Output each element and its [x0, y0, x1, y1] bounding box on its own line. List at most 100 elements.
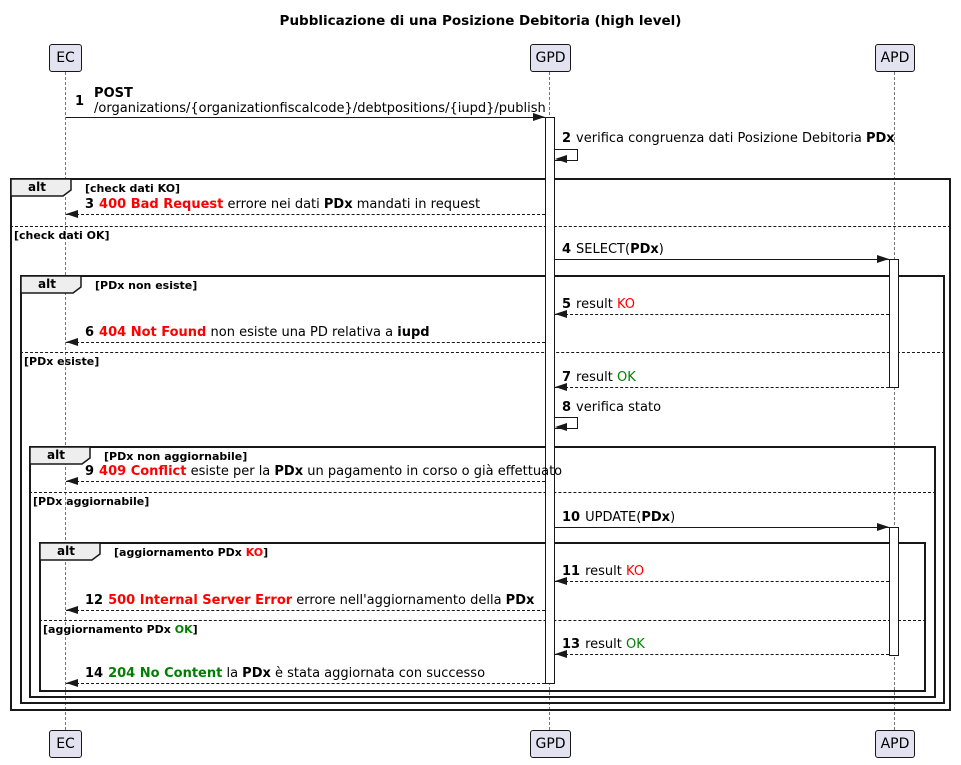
message-number: 2 — [562, 131, 571, 146]
participant-gpd-top: GPD — [530, 44, 571, 72]
alt-frame-3-else-guard: [PDx aggiornabile] — [33, 495, 149, 508]
message-number: 10 — [562, 510, 580, 525]
message-11-arrow — [555, 581, 889, 582]
message-5-label: 5result KO — [562, 297, 635, 312]
message-text: ) — [659, 242, 664, 257]
message-number: 3 — [85, 197, 94, 212]
alt-frame-1-keyword: alt — [10, 180, 64, 194]
arrowhead-left-icon — [555, 650, 567, 658]
arrowhead-right-icon — [877, 523, 889, 531]
message-status-code: 409 Conflict — [99, 464, 186, 479]
participant-apd-top: APD — [875, 44, 915, 72]
message-status-ko: KO — [626, 564, 644, 579]
arrowhead-left-icon — [66, 679, 78, 687]
participant-ec-top: EC — [49, 44, 82, 72]
message-text: un pagamento in corso o già effettuato — [303, 464, 562, 479]
message-1-label: 1 POST/organizations/{organizationfiscal… — [75, 86, 546, 116]
message-number: 8 — [562, 400, 571, 415]
message-6-arrow — [66, 342, 545, 343]
message-text: errore nell'aggiornamento della — [292, 593, 506, 608]
message-text: esiste per la — [186, 464, 274, 479]
alt-frame-2-keyword: alt — [20, 277, 74, 291]
message-text: result — [585, 637, 626, 652]
message-7-label: 7result OK — [562, 370, 636, 385]
arrowhead-left-icon — [555, 383, 567, 391]
alt-frame-3-keyword: alt — [29, 448, 83, 462]
guard-text: ] — [193, 623, 198, 636]
activation-apd-1 — [889, 259, 899, 388]
message-text: result — [576, 297, 617, 312]
alt-frame-4-keyword: alt — [39, 544, 93, 558]
message-emphasis: PDx — [274, 464, 303, 479]
alt-frame-3-divider — [29, 492, 936, 493]
alt-frame-1-else-guard: [check dati OK] — [14, 229, 110, 242]
alt-frame-4-else-guard: [aggiornamento PDx OK] — [43, 623, 198, 636]
arrowhead-left-icon — [555, 423, 567, 431]
participant-gpd-bottom: GPD — [530, 730, 571, 758]
alt-frame-4-guard: [aggiornamento PDx KO] — [114, 546, 268, 559]
message-3-label: 3 400 Bad Request errore nei dati PDx man… — [85, 197, 480, 212]
message-emphasis: PDx — [630, 242, 659, 257]
message-status-code: 400 Bad Request — [99, 197, 223, 212]
participant-ec-bottom: EC — [49, 730, 82, 758]
message-14-arrow — [66, 683, 545, 684]
message-emphasis: PDx — [506, 593, 535, 608]
guard-text: [aggiornamento PDx — [43, 623, 175, 636]
message-path: /organizations/{organizationfiscalcode}/… — [94, 101, 546, 116]
arrowhead-left-icon — [555, 155, 567, 163]
message-number: 9 — [85, 464, 94, 479]
arrowhead-left-icon — [555, 577, 567, 585]
arrowhead-right-icon — [877, 255, 889, 263]
message-13-label: 13result OK — [562, 637, 645, 652]
alt-frame-2-else-guard: [PDx esiste] — [24, 355, 99, 368]
arrowhead-left-icon — [66, 606, 78, 614]
message-emphasis: PDx — [641, 510, 670, 525]
arrowhead-left-icon — [66, 338, 78, 346]
message-13-arrow — [555, 654, 889, 655]
message-text: result — [576, 370, 617, 385]
guard-text: [aggiornamento PDx — [114, 546, 246, 559]
message-text: errore nei dati — [223, 197, 324, 212]
participant-apd-bottom: APD — [875, 730, 915, 758]
sequence-diagram: Pubblicazione di una Posizione Debitoria… — [0, 0, 961, 765]
message-text: SELECT( — [576, 242, 630, 257]
message-number: 4 — [562, 242, 571, 257]
activation-apd-2 — [889, 527, 899, 656]
message-2-label: 2 verifica congruenza dati Posizione Debi… — [562, 131, 895, 146]
message-3-arrow — [66, 214, 545, 215]
arrowhead-right-icon — [533, 113, 545, 121]
message-number: 12 — [85, 593, 103, 608]
guard-status-ko: KO — [246, 546, 263, 559]
message-status-ok: OK — [626, 637, 645, 652]
diagram-title: Pubblicazione di una Posizione Debitoria… — [0, 13, 961, 29]
message-text: result — [585, 564, 626, 579]
alt-frame-3-guard: [PDx non aggiornabile] — [104, 450, 247, 463]
message-1-arrow — [66, 117, 545, 118]
arrowhead-left-icon — [66, 210, 78, 218]
alt-frame-2-divider — [20, 352, 945, 353]
message-12-arrow — [66, 610, 545, 611]
message-status-ko: KO — [617, 297, 635, 312]
alt-frame-1-divider — [10, 226, 951, 227]
message-emphasis: PDx — [242, 666, 271, 681]
message-text: mandati in request — [353, 197, 480, 212]
message-9-arrow — [66, 481, 545, 482]
message-emphasis: iupd — [397, 325, 429, 340]
message-status-ok: OK — [617, 370, 636, 385]
message-text: verifica congruenza dati Posizione Debit… — [576, 131, 866, 146]
message-14-label: 14204 No Content la PDx è stata aggiorna… — [85, 666, 485, 681]
alt-frame-2-tag: alt — [20, 275, 82, 294]
guard-text: ] — [263, 546, 268, 559]
message-text: è stata aggiornata con successo — [271, 666, 485, 681]
message-status-code: 204 No Content — [108, 666, 222, 681]
arrowhead-left-icon — [555, 310, 567, 318]
message-status-code: 404 Not Found — [99, 325, 206, 340]
alt-frame-4-divider — [39, 620, 926, 621]
message-10-arrow — [555, 527, 889, 528]
message-8-label: 8verifica stato — [562, 400, 661, 415]
alt-frame-3-tag: alt — [29, 446, 91, 465]
message-text: ) — [670, 510, 675, 525]
message-text: UPDATE( — [585, 510, 641, 525]
message-12-label: 12500 Internal Server Error errore nell'… — [85, 593, 534, 608]
message-emphasis: PDx — [324, 197, 353, 212]
